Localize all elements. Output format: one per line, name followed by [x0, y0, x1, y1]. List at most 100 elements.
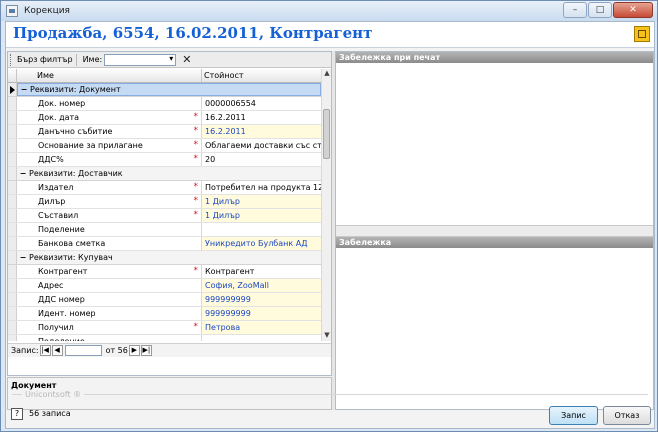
property-value[interactable]: 1 Дилър [202, 195, 321, 208]
property-value[interactable]: София, ZooMall [202, 279, 321, 292]
collapse-icon[interactable]: − [20, 84, 28, 95]
property-value[interactable]: 20 [202, 153, 321, 166]
property-row[interactable]: Издател * Потребител на продукта 123 [8, 181, 321, 195]
property-value[interactable]: Облагаеми доставки със ст... [202, 139, 321, 152]
category-row[interactable]: − Реквизити: Доставчик [8, 167, 321, 181]
property-row[interactable]: Съставил * 1 Дилър [8, 209, 321, 223]
required-icon: * [193, 266, 199, 276]
restore-layout-icon[interactable] [634, 26, 650, 42]
property-grid: Име Стойност − Реквизити: Документ Док. но… [8, 69, 321, 341]
collapse-icon[interactable]: − [19, 251, 27, 264]
record-count: от 56 [105, 346, 128, 355]
property-name: Издател * [17, 181, 202, 194]
category-row[interactable]: − Реквизити: Купувач [8, 251, 321, 265]
note-header: Забележка [336, 237, 653, 248]
record-navigator: Запис: |◀ ◀ от 56 ▶ ▶| [8, 343, 331, 357]
record-number-input[interactable] [64, 345, 102, 356]
maximize-icon[interactable]: □ [588, 2, 612, 18]
cancel-button[interactable]: Отказ [603, 406, 651, 425]
column-header-name[interactable]: Име [17, 69, 202, 82]
property-row[interactable]: Док. номер 0000006554 [8, 97, 321, 111]
close-icon[interactable]: ✕ [613, 2, 653, 18]
property-name: ДДС номер [17, 293, 202, 306]
property-value[interactable]: 16.2.2011 [202, 125, 321, 138]
property-name: Данъчно събитие * [17, 125, 202, 138]
property-name-text: Док. дата [38, 113, 80, 122]
toolbar-grip-icon[interactable] [10, 53, 14, 66]
property-value[interactable]: Петрова [202, 321, 321, 334]
property-row[interactable]: Получил * Петрова [8, 321, 321, 335]
property-name: ДДС% * [17, 153, 202, 166]
prev-record-icon[interactable]: ◀ [51, 345, 63, 356]
category-label: Реквизити: Документ [30, 85, 121, 94]
property-value[interactable]: Потребител на продукта 123 [202, 181, 321, 194]
row-indicator [8, 97, 17, 110]
property-row[interactable]: Идент. номер 999999999 [8, 307, 321, 321]
title-bar: Корекция – □ ✕ [1, 1, 657, 21]
first-record-icon[interactable]: |◀ [39, 345, 51, 356]
property-name: Док. дата * [17, 111, 202, 124]
last-record-icon[interactable]: ▶| [140, 345, 152, 356]
property-row[interactable]: Адрес София, ZooMall [8, 279, 321, 293]
column-header-value[interactable]: Стойност [202, 69, 321, 82]
minimize-icon[interactable]: – [563, 2, 587, 18]
category-row[interactable]: − Реквизити: Документ [8, 83, 321, 97]
print-note-header: Забележка при печат [336, 52, 653, 63]
row-indicator [8, 181, 17, 194]
property-row[interactable]: ДДС номер 999999999 [8, 293, 321, 307]
scroll-up-icon[interactable]: ▲ [322, 69, 332, 79]
property-name: Идент. номер [17, 307, 202, 320]
property-value[interactable]: 999999999 [202, 293, 321, 306]
next-record-icon[interactable]: ▶ [128, 345, 140, 356]
row-indicator [8, 83, 17, 96]
required-icon: * [193, 210, 199, 220]
property-name-text: ДДС% [38, 155, 64, 164]
scroll-thumb[interactable] [323, 109, 330, 159]
save-button[interactable]: Запис [549, 406, 598, 425]
property-value[interactable] [202, 335, 321, 341]
row-indicator [8, 237, 17, 250]
property-value[interactable]: 0000006554 [202, 97, 321, 110]
client-area: Продажба, 6554, 16.02.2011, Контрагент Б… [5, 21, 655, 429]
category-label: Реквизити: Доставчик [29, 169, 123, 178]
quick-filter-button[interactable]: Бърз филтър [17, 55, 73, 64]
property-row[interactable]: Док. дата * 16.2.2011 [8, 111, 321, 125]
property-name: Поделение [17, 223, 202, 236]
property-value[interactable]: Уникредито Булбанк АД [202, 237, 321, 250]
property-name: Съставил * [17, 209, 202, 222]
clear-filter-icon[interactable]: ✕ [182, 54, 191, 65]
print-note-textarea[interactable] [336, 63, 653, 225]
property-value[interactable]: Контрагент [202, 265, 321, 278]
property-row[interactable]: Данъчно събитие * 16.2.2011 [8, 125, 321, 139]
toolbar-separator [75, 53, 77, 66]
name-filter-dropdown[interactable] [104, 53, 177, 66]
required-icon: * [193, 322, 199, 332]
property-name-text: Банкова сметка [38, 239, 106, 248]
grid-scrollbar[interactable]: ▲ ▼ [321, 69, 331, 341]
notes-panel: Забележка при печат Забележка [335, 51, 654, 410]
row-indicator [8, 153, 17, 166]
property-row[interactable]: Контрагент * Контрагент [8, 265, 321, 279]
collapse-icon[interactable]: − [19, 167, 27, 180]
property-row[interactable]: Поделение [8, 223, 321, 237]
property-value[interactable]: 999999999 [202, 307, 321, 320]
property-row[interactable]: Дилър * 1 Дилър [8, 195, 321, 209]
property-name: Док. номер [17, 97, 202, 110]
property-row[interactable]: Банкова сметка Уникредито Булбанк АД [8, 237, 321, 251]
property-value[interactable]: 1 Дилър [202, 209, 321, 222]
row-indicator [8, 111, 17, 124]
property-row[interactable]: Поделение [8, 335, 321, 341]
scroll-down-icon[interactable]: ▼ [322, 331, 332, 341]
horizontal-splitter[interactable] [336, 225, 653, 237]
required-icon: * [193, 140, 199, 150]
property-row[interactable]: Основание за прилагане * Облагаеми доставк… [8, 139, 321, 153]
required-icon: * [193, 112, 199, 122]
help-icon[interactable]: ? [11, 408, 23, 420]
filter-toolbar: Бърз филтър Име: ✕ [8, 52, 331, 68]
property-row[interactable]: ДДС% * 20 [8, 153, 321, 167]
required-icon: * [193, 126, 199, 136]
row-indicator [8, 265, 17, 278]
property-value[interactable]: 16.2.2011 [202, 111, 321, 124]
record-label: Запис: [11, 346, 39, 355]
property-value[interactable] [202, 223, 321, 236]
